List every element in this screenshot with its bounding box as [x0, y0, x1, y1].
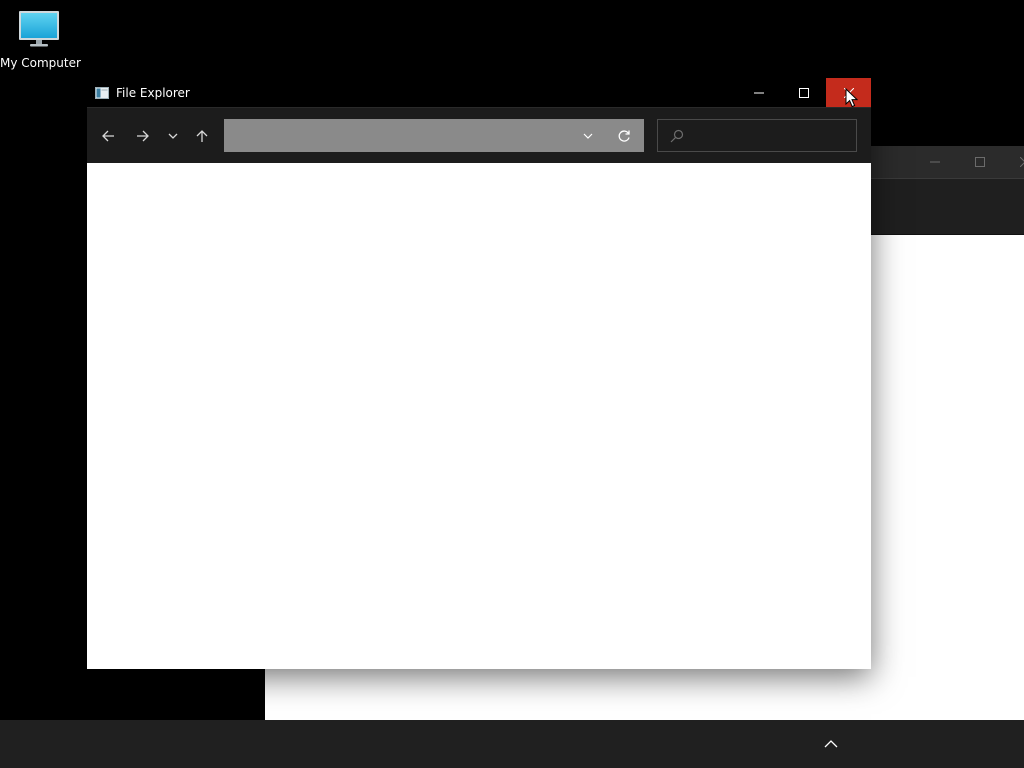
up-button[interactable]	[190, 124, 214, 148]
forward-button[interactable]	[131, 124, 155, 148]
chevron-up-icon	[824, 740, 838, 748]
desktop-icon-my-computer[interactable]: My Computer	[0, 8, 81, 70]
recent-locations-chevron-icon	[168, 133, 178, 139]
maximize-icon	[798, 87, 809, 98]
minimize-icon	[753, 92, 764, 93]
mouse-cursor-icon	[845, 88, 858, 108]
recent-locations-button[interactable]	[161, 124, 185, 148]
desktop-icon-label: My Computer	[0, 56, 81, 70]
file-explorer-window[interactable]: File Explorer	[87, 78, 871, 669]
maximize-icon[interactable]	[957, 146, 1003, 178]
minimize-icon[interactable]	[912, 146, 958, 178]
maximize-button[interactable]	[781, 78, 826, 107]
search-box[interactable]	[657, 119, 857, 152]
monitor-icon	[19, 11, 59, 47]
address-bar[interactable]	[224, 119, 644, 152]
refresh-icon	[618, 130, 630, 142]
back-arrow-icon	[102, 130, 114, 142]
minimize-button[interactable]	[736, 78, 781, 107]
taskbar	[0, 720, 1024, 768]
desktop: My Computer File Explorer	[0, 0, 1024, 768]
navigation-toolbar	[87, 107, 871, 163]
file-list-pane[interactable]	[87, 163, 871, 669]
refresh-button[interactable]	[612, 124, 636, 148]
back-button[interactable]	[96, 124, 120, 148]
close-icon[interactable]	[1002, 146, 1024, 178]
forward-arrow-icon	[137, 130, 149, 142]
up-arrow-icon	[196, 130, 208, 142]
address-dropdown-button[interactable]	[576, 124, 600, 148]
titlebar[interactable]: File Explorer	[87, 78, 871, 107]
search-icon	[669, 128, 685, 144]
explorer-window-icon	[95, 86, 109, 99]
chevron-down-icon	[583, 133, 593, 139]
search-input[interactable]	[690, 125, 850, 145]
window-title: File Explorer	[116, 85, 190, 100]
show-hidden-icons-button[interactable]	[818, 732, 844, 756]
